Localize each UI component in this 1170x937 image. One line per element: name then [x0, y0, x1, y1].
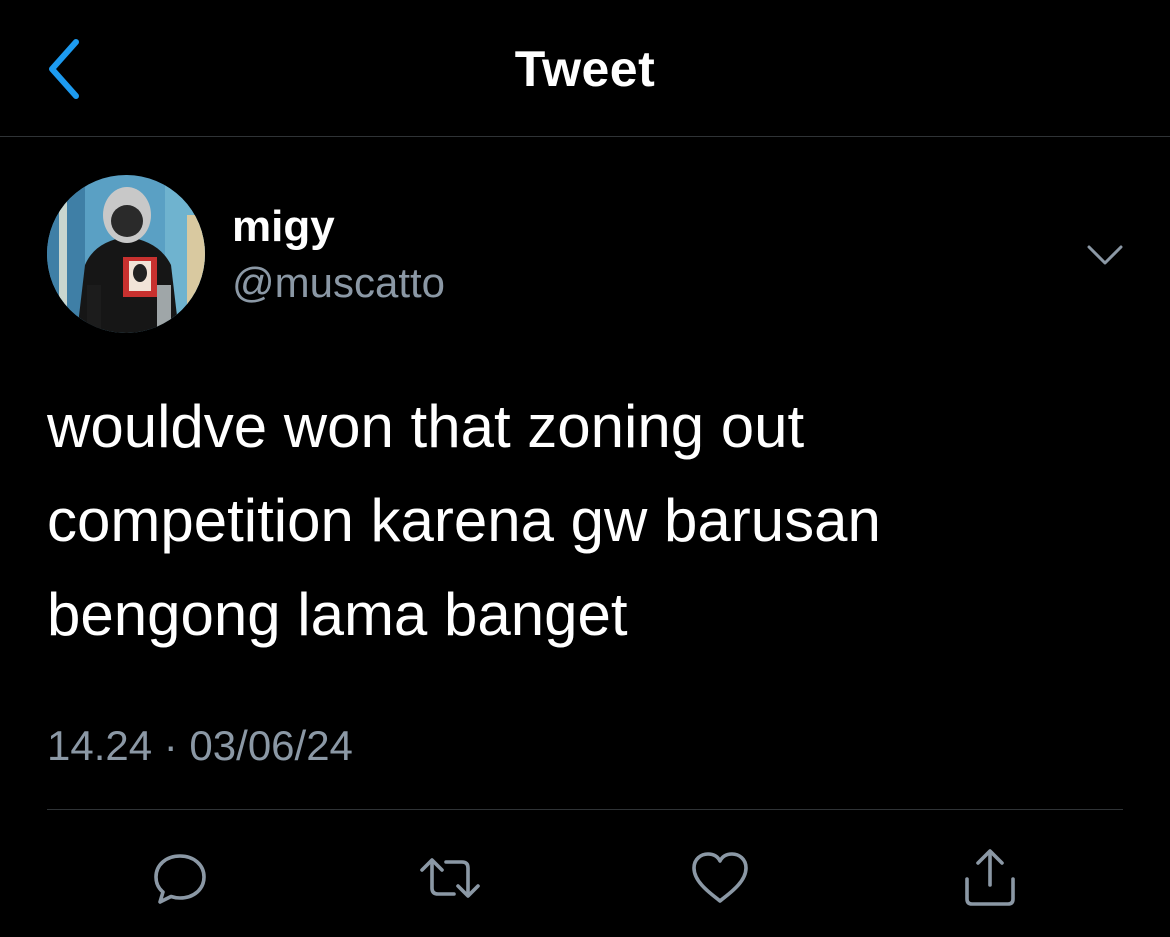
like-icon — [692, 852, 748, 903]
tweet-line: competition karena gw barusan — [47, 487, 881, 554]
author-handle[interactable]: @muscatto — [232, 256, 445, 310]
author-display-name[interactable]: migy — [232, 200, 335, 254]
tweet-timestamp[interactable]: 14.24 · 03/06/24 — [47, 718, 353, 774]
share-button[interactable] — [958, 846, 1022, 910]
retweet-button[interactable] — [418, 846, 482, 910]
like-button[interactable] — [688, 846, 752, 910]
tweet-line: wouldve won that zoning out — [47, 393, 805, 460]
profile-photo — [47, 175, 205, 333]
share-icon — [965, 849, 1015, 906]
navigation-bar: Tweet — [0, 0, 1170, 137]
tweet-line: bengong lama banget — [47, 581, 628, 648]
more-options-button[interactable] — [1083, 236, 1127, 274]
tweet-text: wouldve won that zoning out competition … — [47, 380, 1117, 662]
reply-button[interactable] — [148, 846, 212, 910]
chevron-down-icon — [1087, 245, 1123, 265]
reply-icon — [154, 854, 206, 904]
avatar[interactable] — [47, 175, 205, 333]
retweet-icon — [420, 858, 480, 898]
divider — [47, 809, 1123, 810]
page-title: Tweet — [514, 41, 656, 97]
